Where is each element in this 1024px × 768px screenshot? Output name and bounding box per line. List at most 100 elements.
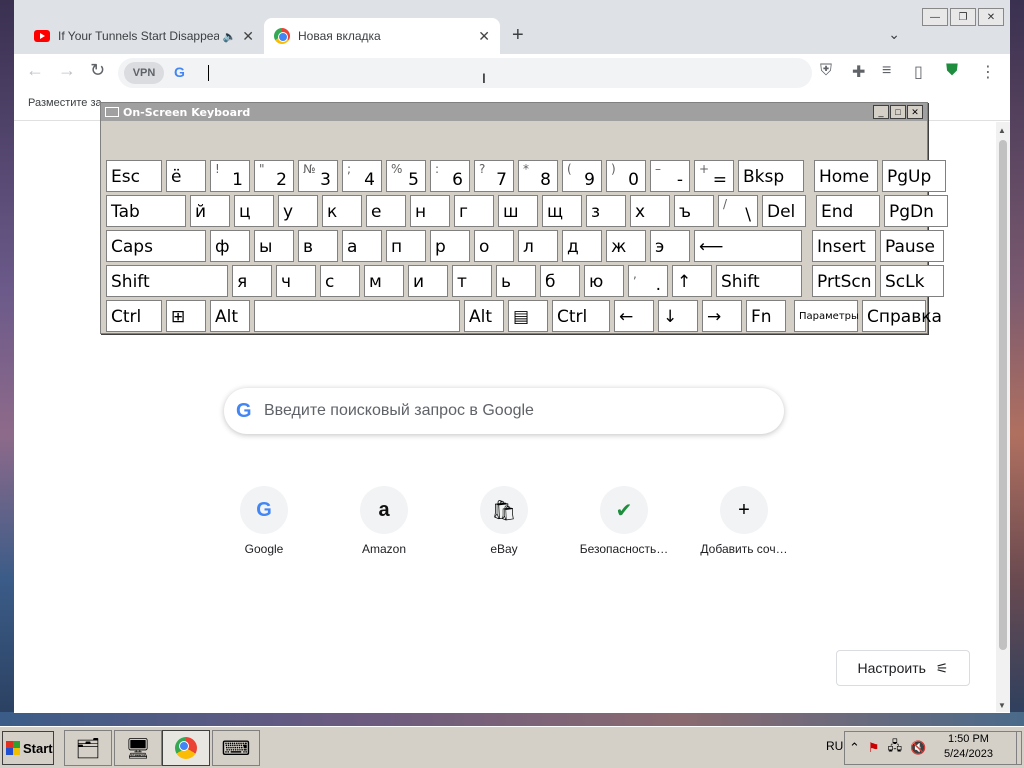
close-window-button[interactable]: ✕ bbox=[978, 8, 1004, 26]
osk-key[interactable]: н bbox=[410, 195, 450, 227]
osk-key[interactable]: ,. bbox=[628, 265, 668, 297]
osk-key[interactable]: у bbox=[278, 195, 318, 227]
address-bar[interactable]: VPN G I bbox=[118, 58, 812, 88]
clock[interactable]: 1:50 PM 5/24/2023 bbox=[944, 732, 993, 762]
osk-key[interactable]: ё bbox=[166, 160, 206, 192]
tray-expand-icon[interactable]: ⌃ bbox=[849, 740, 860, 756]
osk-title-bar[interactable]: On-Screen Keyboard _ □ ✕ bbox=[101, 103, 927, 121]
osk-key[interactable]: % 5 bbox=[386, 160, 426, 192]
osk-key[interactable]: ? 7 bbox=[474, 160, 514, 192]
osk-key[interactable]: п bbox=[386, 230, 426, 262]
osk-key[interactable]: PgDn bbox=[884, 195, 948, 227]
osk-key[interactable]: ← bbox=[614, 300, 654, 332]
language-indicator[interactable]: RU bbox=[826, 739, 843, 753]
reload-icon[interactable]: ↻ bbox=[90, 60, 105, 81]
osk-key[interactable]: р bbox=[430, 230, 470, 262]
chrome-taskbar-icon[interactable] bbox=[162, 730, 210, 766]
osk-key[interactable]: * 8 bbox=[518, 160, 558, 192]
page-scrollbar[interactable]: ▲ ▼ bbox=[996, 122, 1010, 712]
osk-key[interactable]: с bbox=[320, 265, 360, 297]
osk-key[interactable]: Alt bbox=[464, 300, 504, 332]
osk-key[interactable]: б bbox=[540, 265, 580, 297]
osk-key[interactable]: х bbox=[630, 195, 670, 227]
shortcut-add[interactable]: + Добавить соч… bbox=[684, 486, 804, 556]
osk-key[interactable]: – - bbox=[650, 160, 690, 192]
tab-new-tab[interactable]: Новая вкладка ✕ bbox=[264, 18, 500, 54]
osk-key[interactable]: ъ bbox=[674, 195, 714, 227]
menu-kebab-icon[interactable]: ⋮ bbox=[980, 62, 996, 82]
shortcut-amazon[interactable]: a Amazon bbox=[324, 486, 444, 556]
osk-key[interactable]: / \ bbox=[718, 195, 758, 227]
osk-key[interactable]: Ctrl bbox=[106, 300, 162, 332]
osk-key[interactable]: Shift bbox=[716, 265, 802, 297]
osk-key[interactable]: ы bbox=[254, 230, 294, 262]
osk-key[interactable]: ь bbox=[496, 265, 536, 297]
osk-key[interactable]: ш bbox=[498, 195, 538, 227]
volume-mute-icon[interactable]: 🔇 bbox=[910, 740, 926, 756]
osk-key[interactable]: ж bbox=[606, 230, 646, 262]
osk-key[interactable]: ⟵ bbox=[694, 230, 802, 262]
osk-key[interactable]: э bbox=[650, 230, 690, 262]
osk-taskbar-icon[interactable]: ⌨ bbox=[212, 730, 260, 766]
osk-key[interactable]: Параметры bbox=[794, 300, 859, 332]
osk-key[interactable]: з bbox=[586, 195, 626, 227]
osk-key[interactable]: ф bbox=[210, 230, 250, 262]
osk-key[interactable]: Alt bbox=[210, 300, 250, 332]
osk-key[interactable]: Pause bbox=[880, 230, 944, 262]
osk-close-button[interactable]: ✕ bbox=[907, 105, 923, 119]
osk-key[interactable] bbox=[254, 300, 460, 332]
osk-key[interactable]: → bbox=[702, 300, 742, 332]
osk-key[interactable]: ) 0 bbox=[606, 160, 646, 192]
new-tab-button[interactable]: + bbox=[512, 24, 524, 47]
osk-key[interactable]: ч bbox=[276, 265, 316, 297]
osk-key[interactable]: щ bbox=[542, 195, 582, 227]
privacy-badger-icon[interactable]: ⛨ bbox=[820, 62, 832, 80]
osk-key[interactable]: ц bbox=[234, 195, 274, 227]
osk-key[interactable]: г bbox=[454, 195, 494, 227]
forward-arrow-icon[interactable]: → bbox=[58, 60, 76, 81]
security-shield-icon[interactable]: ⛊ bbox=[946, 62, 958, 80]
start-button[interactable]: Start bbox=[2, 731, 54, 765]
tab-youtube[interactable]: If Your Tunnels Start Disappearing 🔈 ✕ bbox=[24, 18, 264, 54]
osk-key[interactable]: Insert bbox=[812, 230, 876, 262]
scroll-down-icon[interactable]: ▼ bbox=[998, 701, 1006, 710]
maximize-button[interactable]: ❐ bbox=[950, 8, 976, 26]
customize-button[interactable]: Настроить ⚟ bbox=[836, 650, 970, 686]
shortcut-google[interactable]: G Google bbox=[204, 486, 324, 556]
osk-key[interactable]: + = bbox=[694, 160, 734, 192]
computer-icon[interactable]: 🖥 bbox=[114, 730, 162, 766]
osk-key[interactable]: Esc bbox=[106, 160, 162, 192]
osk-key[interactable]: я bbox=[232, 265, 272, 297]
shortcut-security[interactable]: ✔ Безопасность… bbox=[564, 486, 684, 556]
osk-key[interactable]: в bbox=[298, 230, 338, 262]
osk-key[interactable]: Справка bbox=[862, 300, 942, 332]
osk-key[interactable]: ; 4 bbox=[342, 160, 382, 192]
osk-key[interactable]: (9 bbox=[562, 160, 602, 192]
bookmark-bar-hint[interactable]: Разместите за bbox=[28, 97, 102, 109]
osk-key[interactable]: о bbox=[474, 230, 514, 262]
extensions-puzzle-icon[interactable]: ✚ bbox=[852, 62, 865, 82]
minimize-button[interactable]: — bbox=[922, 8, 948, 26]
action-center-icon[interactable]: ⚑ bbox=[868, 740, 880, 756]
search-box[interactable]: G Введите поисковый запрос в Google bbox=[224, 388, 784, 434]
tab-search-chevron-icon[interactable]: ⌄ bbox=[888, 26, 900, 43]
osk-key[interactable]: Bksp bbox=[738, 160, 804, 192]
media-queue-icon[interactable]: ≡ bbox=[882, 62, 891, 80]
osk-key[interactable]: ! 1 bbox=[210, 160, 250, 192]
osk-key[interactable]: ⊞ bbox=[166, 300, 206, 332]
osk-key[interactable]: Fn bbox=[746, 300, 786, 332]
speaker-icon[interactable]: 🔈 bbox=[223, 30, 237, 43]
show-desktop-button[interactable] bbox=[1016, 731, 1024, 765]
osk-minimize-button[interactable]: _ bbox=[873, 105, 889, 119]
vpn-badge[interactable]: VPN bbox=[124, 62, 164, 84]
osk-key[interactable]: т bbox=[452, 265, 492, 297]
osk-key[interactable]: д bbox=[562, 230, 602, 262]
osk-key[interactable]: й bbox=[190, 195, 230, 227]
osk-key[interactable]: Shift bbox=[106, 265, 228, 297]
scroll-up-icon[interactable]: ▲ bbox=[998, 126, 1006, 135]
side-panel-icon[interactable]: ▯ bbox=[914, 62, 923, 82]
file-explorer-icon[interactable]: 🗂 bbox=[64, 730, 112, 766]
shortcut-ebay[interactable]: 🛍 eBay bbox=[444, 486, 564, 556]
osk-key[interactable]: PrtScn bbox=[812, 265, 876, 297]
osk-key[interactable]: :6 bbox=[430, 160, 470, 192]
